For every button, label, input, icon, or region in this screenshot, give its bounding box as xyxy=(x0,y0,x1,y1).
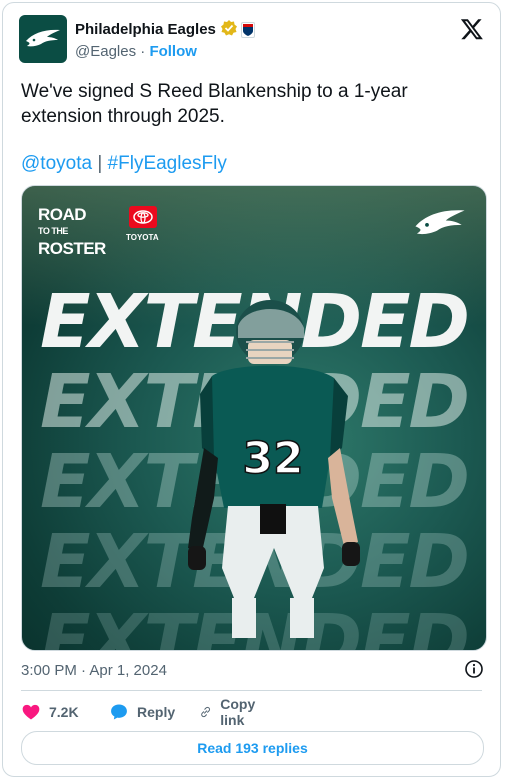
like-button[interactable]: 7.2K xyxy=(21,700,79,724)
divider xyxy=(21,690,482,691)
info-icon[interactable] xyxy=(464,659,484,679)
x-logo-icon[interactable] xyxy=(460,17,484,41)
toyota-logo-icon xyxy=(129,206,157,228)
tweet-timestamp[interactable]: 3:00 PM · Apr 1, 2024 xyxy=(21,661,167,681)
reply-label: Reply xyxy=(137,704,176,720)
copy-link-label: Copy link xyxy=(220,696,256,728)
link-icon xyxy=(201,706,211,718)
handle-separator: · xyxy=(140,43,146,60)
jersey-number: 32 xyxy=(242,433,303,484)
reply-bubble-icon xyxy=(111,704,127,720)
heart-icon xyxy=(22,704,40,720)
like-count: 7.2K xyxy=(49,704,79,720)
road-line-2: TO THE xyxy=(38,226,68,236)
eagles-team-logo-icon xyxy=(415,210,465,235)
tweet-text: We've signed S Reed Blankenship to a 1-y… xyxy=(21,81,408,127)
reply-button[interactable]: Reply xyxy=(109,700,175,724)
road-line-1: ROAD xyxy=(38,205,87,224)
tweet-media-image[interactable]: EXTENDED EXTENDED EXTENDED EXTENDED EXTE… xyxy=(21,185,487,651)
author-names: Philadelphia Eagles @Eagles · Follow xyxy=(75,19,255,62)
road-to-roster-logo: ROAD TO THE ROSTER xyxy=(38,206,106,257)
tweet-header: Philadelphia Eagles @Eagles · Follow xyxy=(19,15,484,67)
player-figure: 32 xyxy=(188,300,360,638)
read-replies-button[interactable]: Read 193 replies xyxy=(21,731,484,765)
tweet-card: Philadelphia Eagles @Eagles · Follow We'… xyxy=(2,2,501,777)
follow-button[interactable]: Follow xyxy=(149,43,197,60)
affiliate-badge-icon xyxy=(240,22,255,38)
display-name[interactable]: Philadelphia Eagles xyxy=(75,21,216,38)
mention-link[interactable]: @toyota xyxy=(21,153,92,174)
link-separator: | xyxy=(92,153,108,174)
hashtag-link[interactable]: #FlyEaglesFly xyxy=(108,153,227,174)
copy-link-button[interactable]: Copy link xyxy=(199,696,262,728)
eagle-logo-icon xyxy=(26,29,60,47)
handle[interactable]: @Eagles xyxy=(75,43,136,60)
tweet-links: @toyota | #FlyEaglesFly xyxy=(21,151,227,176)
road-line-3: ROSTER xyxy=(38,239,106,258)
sponsor-label: TOYOTA xyxy=(126,233,159,242)
avatar[interactable] xyxy=(19,15,67,63)
verified-gold-badge-icon xyxy=(220,20,237,36)
